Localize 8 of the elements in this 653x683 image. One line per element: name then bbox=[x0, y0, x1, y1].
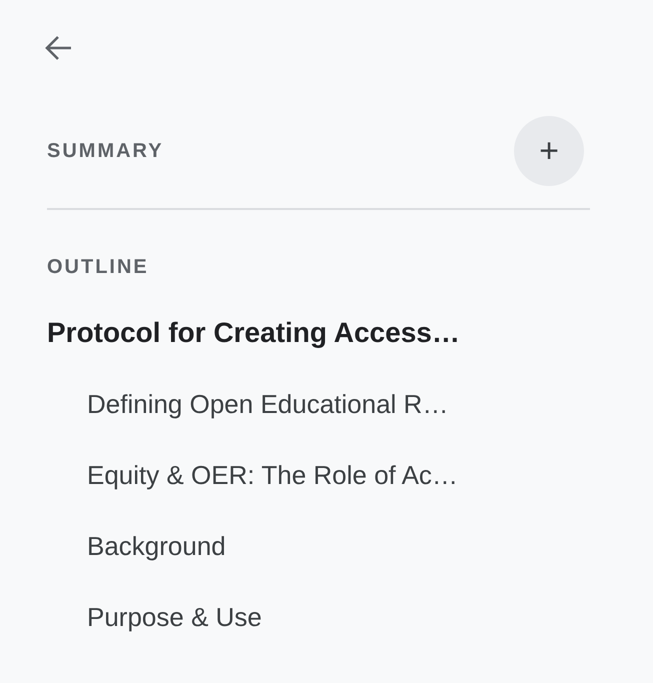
outline-subheading-item[interactable]: Equity & OER: The Role of Ac… bbox=[87, 460, 458, 491]
outline-heading: OUTLINE bbox=[47, 256, 150, 279]
outline-subheading-item[interactable]: Purpose & Use bbox=[87, 602, 262, 633]
outline-subheading-item[interactable]: Defining Open Educational R… bbox=[87, 389, 448, 420]
outline-subheading-item[interactable]: Background bbox=[87, 531, 226, 562]
add-summary-button[interactable]: + bbox=[514, 116, 584, 186]
summary-heading: SUMMARY bbox=[47, 140, 164, 162]
outline-heading-item[interactable]: Protocol for Creating Access… bbox=[47, 317, 460, 349]
